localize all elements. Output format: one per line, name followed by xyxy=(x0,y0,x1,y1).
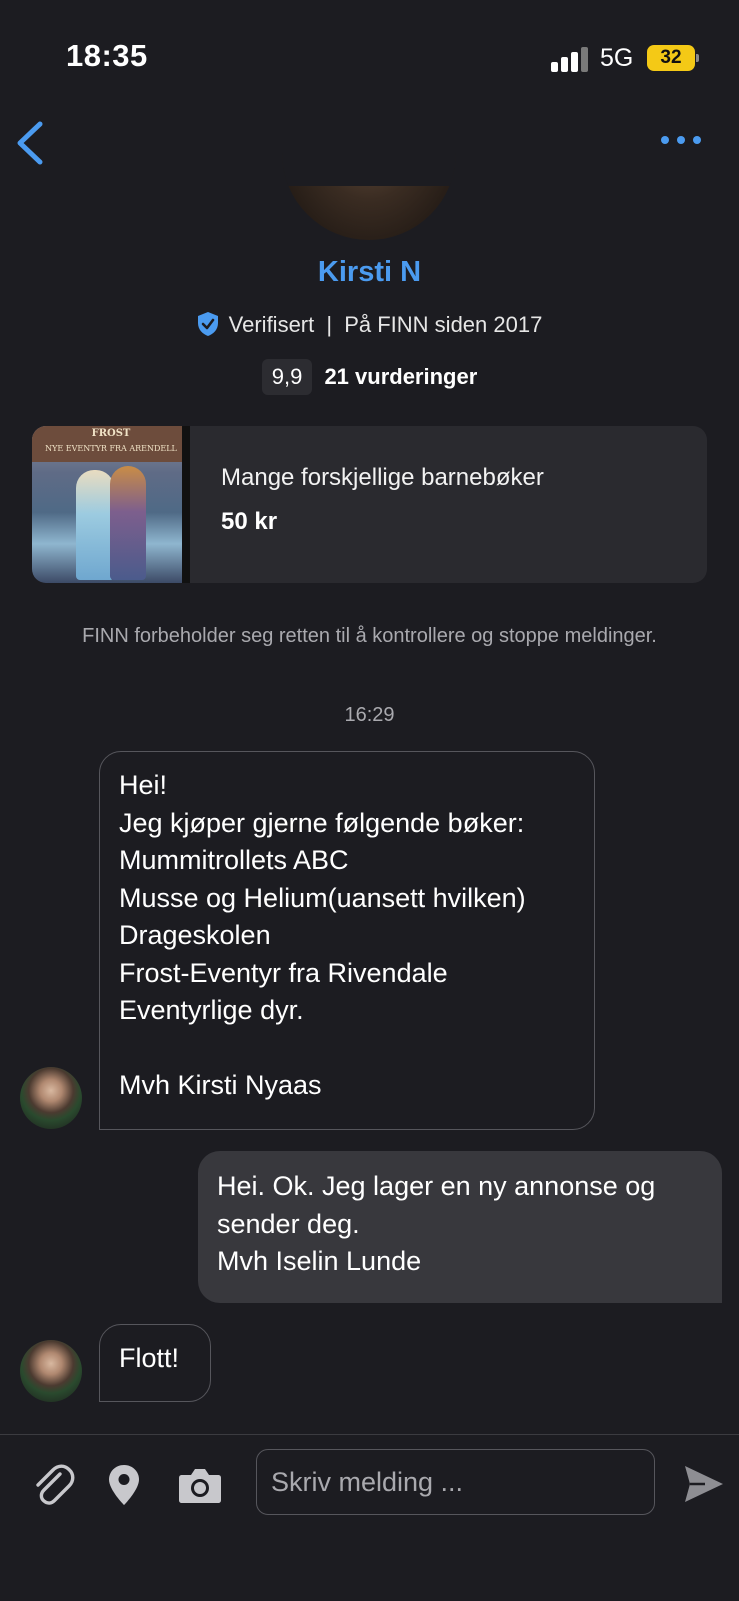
ad-thumbnail: FROST NYE EVENTYR FRA ARENDELL xyxy=(32,426,190,583)
more-dots-icon[interactable] xyxy=(659,132,703,148)
back-chevron-icon[interactable] xyxy=(14,120,48,166)
rating-score-badge: 9,9 xyxy=(261,359,313,395)
member-since: På FINN siden 2017 xyxy=(344,312,543,337)
battery-level: 32 xyxy=(660,47,682,68)
signal-strength-icon xyxy=(551,46,591,72)
location-pin-icon[interactable] xyxy=(107,1464,141,1506)
rating-count: 21 vurderinger xyxy=(324,364,478,389)
incoming-message[interactable]: Hei! Jeg kjøper gjerne følgende bøker: M… xyxy=(99,751,595,1130)
ad-card[interactable]: FROST NYE EVENTYR FRA ARENDELL Mange for… xyxy=(32,426,707,583)
camera-icon[interactable] xyxy=(178,1466,222,1504)
network-type: 5G xyxy=(600,44,634,72)
sender-avatar[interactable] xyxy=(20,1340,82,1402)
ad-title: Mange forskjellige barnebøker xyxy=(221,464,544,491)
disclaimer-text: FINN forbeholder seg retten til å kontro… xyxy=(82,625,657,647)
thumbnail-subtitle: NYE EVENTYR FRA ARENDELL xyxy=(45,444,177,453)
verified-shield-icon xyxy=(197,312,218,336)
message-timestamp: 16:29 xyxy=(344,704,395,726)
thumbnail-title: FROST xyxy=(91,428,131,439)
profile-name[interactable]: Kirsti N xyxy=(0,256,739,289)
incoming-message[interactable]: Flott! xyxy=(99,1324,211,1402)
verification-row: Verifisert | På FINN siden 2017 xyxy=(0,311,739,338)
rating-row[interactable]: 9,9 21 vurderinger xyxy=(0,359,739,395)
separator: | xyxy=(326,312,333,337)
outgoing-message[interactable]: Hei. Ok. Jeg lager en ny annonse og send… xyxy=(198,1151,722,1303)
profile-avatar[interactable] xyxy=(282,110,456,240)
verified-label: Verifisert xyxy=(228,312,315,337)
message-input[interactable] xyxy=(256,1449,655,1515)
battery-icon: 32 xyxy=(647,45,699,71)
paperclip-icon[interactable] xyxy=(30,1462,76,1508)
ad-price: 50 kr xyxy=(221,508,278,535)
sender-avatar[interactable] xyxy=(20,1067,82,1129)
status-time: 18:35 xyxy=(66,38,148,73)
send-icon[interactable] xyxy=(683,1463,725,1505)
